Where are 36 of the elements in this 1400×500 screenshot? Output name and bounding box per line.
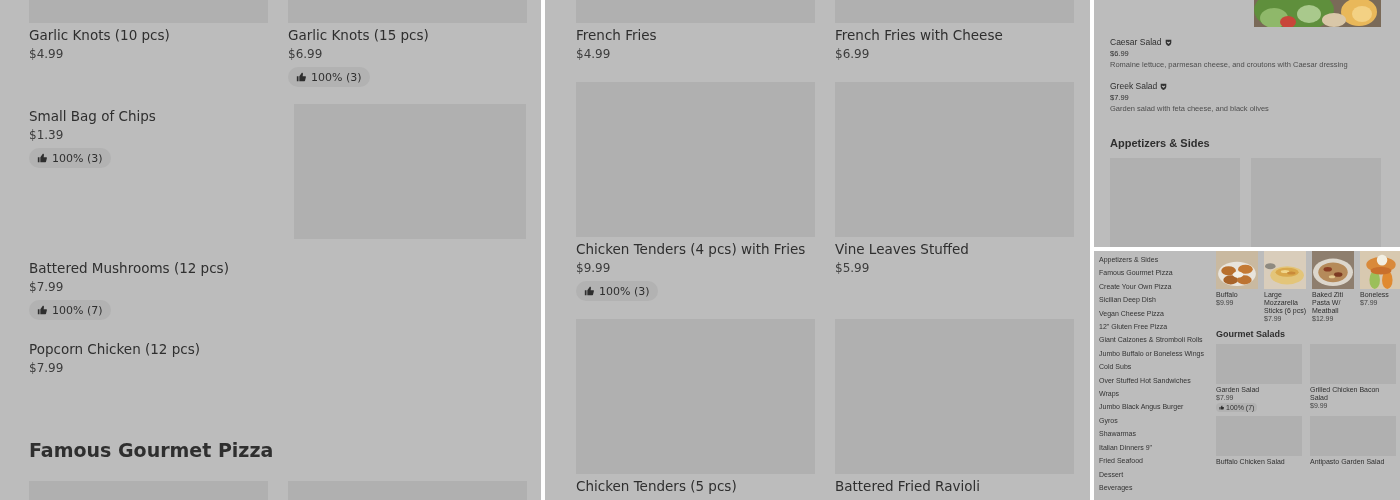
item-name[interactable]: Greek Salad: [1110, 80, 1158, 92]
section-heading: Gourmet Salads: [1216, 329, 1287, 340]
item-price: $5.99: [835, 260, 870, 277]
item-name[interactable]: Chicken Tenders (4 pcs) with Fries: [576, 239, 806, 259]
item-name[interactable]: Battered Fried Ravioli: [835, 476, 980, 496]
thumbs-up-icon: [37, 153, 47, 163]
item-name[interactable]: Vine Leaves Stuffed: [835, 239, 969, 259]
item-price: $7.99: [29, 360, 64, 377]
item-price: $4.99: [29, 46, 64, 63]
item-price: $4.99: [576, 46, 611, 63]
item-name[interactable]: Chicken Tenders (5 pcs): [576, 476, 737, 496]
thumbs-up-icon: [37, 305, 47, 315]
item-name[interactable]: Caesar Salad: [1110, 36, 1162, 48]
item-price: $1.39: [29, 127, 64, 144]
thumbs-up-icon: [296, 72, 306, 82]
heart-icon: [1164, 38, 1172, 46]
item-name[interactable]: French Fries with Cheese: [835, 25, 1003, 45]
thumbs-up-icon: [584, 286, 594, 296]
heart-icon: [1160, 82, 1168, 90]
rating-text: 100% (7): [52, 303, 103, 317]
item-name[interactable]: Popcorn Chicken (12 pcs): [29, 339, 200, 359]
item-name[interactable]: French Fries: [576, 25, 657, 45]
item-name[interactable]: Garlic Knots (15 pcs): [288, 25, 429, 45]
section-heading: Appetizers & Sides: [1110, 136, 1211, 150]
item-name[interactable]: Battered Mushrooms (12 pcs): [29, 258, 229, 278]
rating-text: 100% (3): [311, 70, 362, 84]
rating-text: 100% (3): [599, 284, 650, 298]
item-price: $6.99: [288, 46, 323, 63]
item-price: $7.99: [29, 279, 64, 296]
item-price: $6.99: [835, 46, 870, 63]
item-name[interactable]: Garlic Knots (10 pcs): [29, 25, 170, 45]
rating-text: 100% (3): [52, 151, 103, 165]
section-heading: Famous Gourmet Pizza: [29, 438, 275, 463]
thumbs-up-icon: [1219, 405, 1224, 410]
item-name[interactable]: Small Bag of Chips: [29, 106, 156, 126]
item-price: $9.99: [576, 260, 611, 277]
